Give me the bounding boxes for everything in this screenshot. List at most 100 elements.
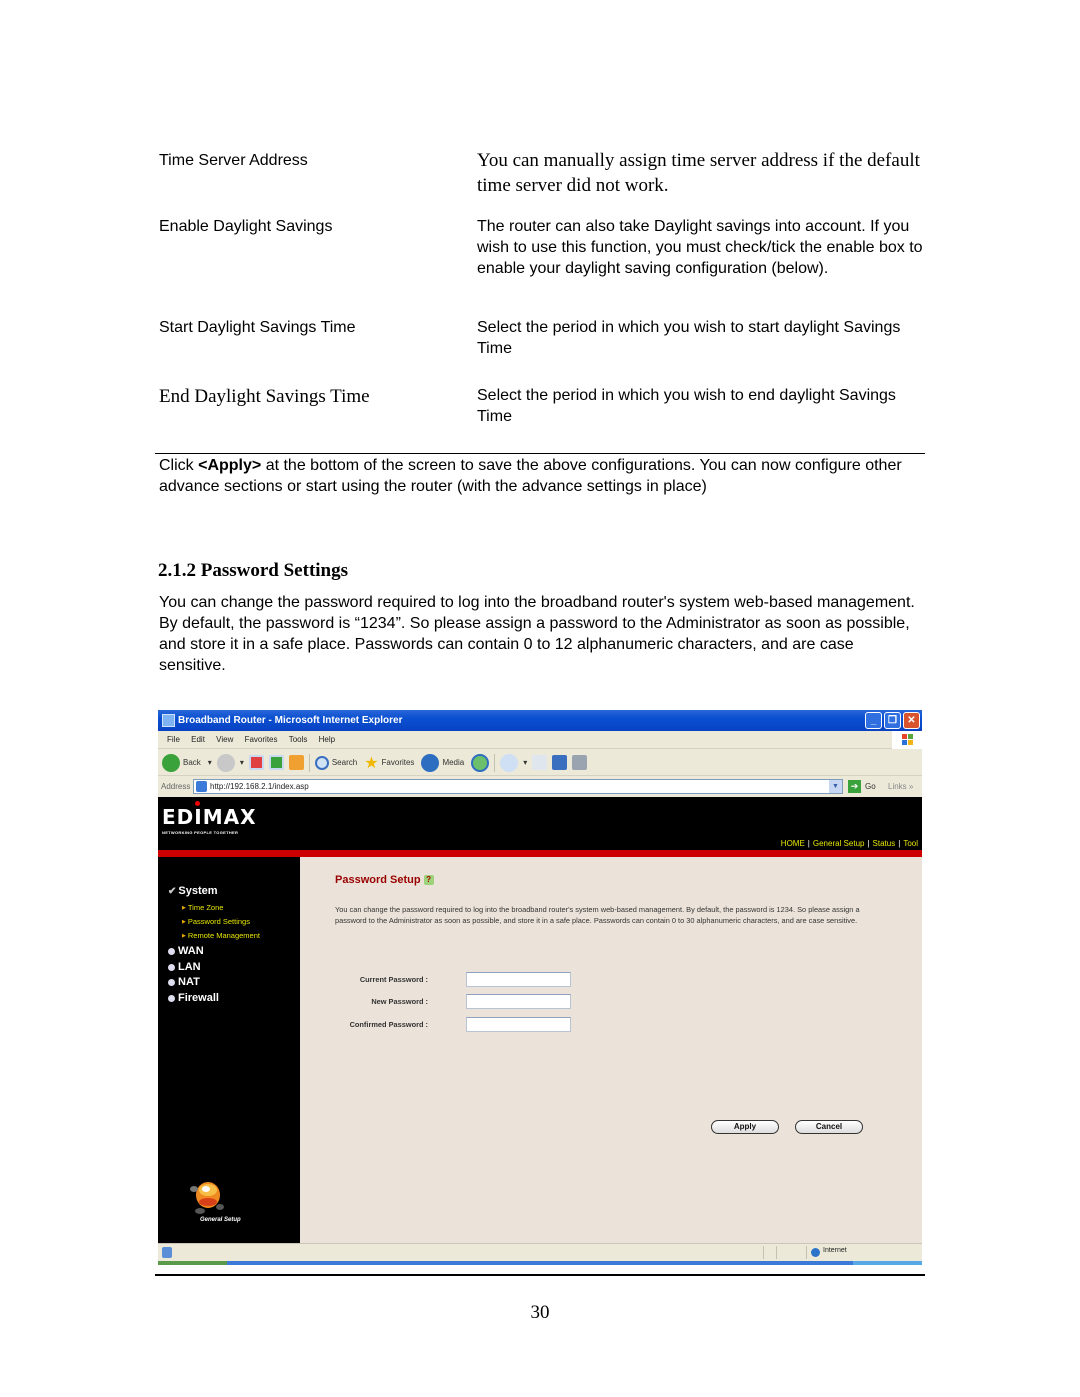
nav-status[interactable]: Status [873,839,896,848]
sidebar-item-nat[interactable]: NAT [168,976,200,988]
nav-tool[interactable]: Tool [903,839,918,848]
sidebar-item-system[interactable]: ✔ System [168,885,218,897]
definition-term: End Daylight Savings Time [159,386,370,407]
messenger-icon[interactable] [572,755,588,770]
new-password-label: New Password : [371,997,428,1006]
page-status-icon [162,1247,172,1258]
minimize-button[interactable]: _ [865,712,882,729]
address-dropdown-icon[interactable]: ▼ [829,780,842,793]
status-divider [806,1246,807,1259]
forward-dropdown-icon[interactable]: ▾ [240,758,244,767]
definition-term: Enable Daylight Savings [159,218,333,235]
footer-rule [155,1274,925,1276]
links-button[interactable]: Links » [888,777,913,796]
router-sidebar: ✔System Time Zone Password Settings Remo… [158,857,299,1243]
menu-bar: File Edit View Favorites Tools Help [158,731,922,749]
sidebar-item-lan[interactable]: LAN [168,961,201,973]
apply-note: Click <Apply> at the bottom of the scree… [159,457,902,495]
cancel-button[interactable]: Cancel [795,1120,863,1134]
help-icon[interactable]: ? [423,875,434,886]
forward-icon[interactable] [216,753,235,772]
apply-reference: <Apply> [198,457,262,474]
logo-tagline: NETWORKING PEOPLE TOGETHER [162,830,239,835]
new-password-input[interactable] [466,994,571,1009]
browser-toolbar: Back ▾ ▾ Search ★ Favorites Media ▾ [158,750,922,776]
sidebar-subitem-password-settings[interactable]: Password Settings [182,917,250,926]
sidebar-item-wan[interactable]: WAN [168,945,204,957]
restore-button[interactable]: ❐ [884,712,901,729]
mail-dropdown-icon[interactable]: ▾ [523,758,527,767]
history-icon[interactable] [471,753,490,772]
mascot-icon [190,1182,224,1214]
edit-icon[interactable] [552,755,568,770]
current-password-row: Current Password : [300,972,600,988]
sidebar-item-firewall[interactable]: Firewall [168,992,219,1004]
favorites-icon[interactable]: ★ [364,753,378,773]
status-divider [776,1246,777,1259]
confirmed-password-label: Confirmed Password : [349,1020,428,1029]
menu-edit[interactable]: Edit [191,735,205,744]
definition-term: Time Server Address [159,152,308,169]
address-value: http://192.168.2.1/index.asp [210,782,309,791]
close-button[interactable]: ✕ [903,712,920,729]
red-divider [158,850,922,857]
favorites-button-label[interactable]: Favorites [382,758,415,767]
confirmed-password-input[interactable] [466,1017,571,1032]
search-icon[interactable] [314,755,329,770]
current-password-input[interactable] [466,972,571,987]
router-page: EDIMAX NETWORKING PEOPLE TOGETHER HOME | G… [158,797,922,1243]
nav-home[interactable]: HOME [781,839,805,848]
divider-rule [155,453,925,454]
apply-button[interactable]: Apply [711,1120,779,1134]
go-button[interactable]: Go [865,777,876,796]
bullet-icon [168,994,175,1002]
content-description: You can change the password required to … [335,905,860,925]
definition-description: Select the period in which you wish to e… [477,387,896,425]
refresh-icon[interactable] [268,755,284,770]
menu-help[interactable]: Help [319,735,335,744]
nav-general-setup[interactable]: General Setup [813,839,865,848]
print-icon[interactable] [532,755,548,770]
toolbar-separator [308,753,310,772]
address-label: Address [161,782,191,791]
back-dropdown-icon[interactable]: ▾ [208,758,212,767]
menu-view[interactable]: View [216,735,233,744]
window-title: Broadband Router - Microsoft Internet Ex… [178,715,403,726]
section-body: You can change the password required to … [159,594,915,674]
bullet-icon [168,947,175,955]
browser-screenshot: Broadband Router - Microsoft Internet Ex… [158,710,922,1265]
page-number: 30 [530,1302,550,1323]
address-bar: Address http://192.168.2.1/index.asp ▼ ➔… [158,777,922,796]
back-icon[interactable] [162,753,180,772]
content-title: Password Setup? [335,874,434,886]
search-button-label[interactable]: Search [332,758,357,767]
taskbar-strip [158,1261,922,1265]
mail-icon[interactable] [500,753,519,772]
mascot-label: General Setup [200,1217,241,1223]
home-icon[interactable] [288,755,304,770]
window-titlebar: Broadband Router - Microsoft Internet Ex… [158,710,922,731]
go-arrow-icon[interactable]: ➔ [848,780,861,793]
menu-tools[interactable]: Tools [289,735,308,744]
section-heading: 2.1.2 Password Settings [158,560,349,581]
new-password-row: New Password : [300,994,600,1010]
menu-favorites[interactable]: Favorites [245,735,278,744]
definition-term: Start Daylight Savings Time [159,319,356,336]
status-divider [763,1246,764,1259]
globe-icon [811,1248,820,1257]
top-navigation: HOME | General Setup | Status | Tool [780,839,918,848]
back-button-label[interactable]: Back [183,758,201,767]
bullet-icon [168,978,175,986]
media-button-label[interactable]: Media [442,758,464,767]
bullet-icon [168,963,175,971]
stop-icon[interactable] [248,755,264,770]
definition-description: You can manually assign time server addr… [477,150,920,196]
media-icon[interactable] [421,753,440,772]
sidebar-subitem-time-zone[interactable]: Time Zone [182,903,224,912]
menu-file[interactable]: File [167,735,180,744]
definition-description: Select the period in which you wish to s… [477,319,901,357]
status-bar: Internet [158,1243,922,1261]
sidebar-subitem-remote-management[interactable]: Remote Management [182,931,260,940]
windows-logo-icon [892,731,922,749]
address-input[interactable]: http://192.168.2.1/index.asp ▼ [193,779,843,794]
